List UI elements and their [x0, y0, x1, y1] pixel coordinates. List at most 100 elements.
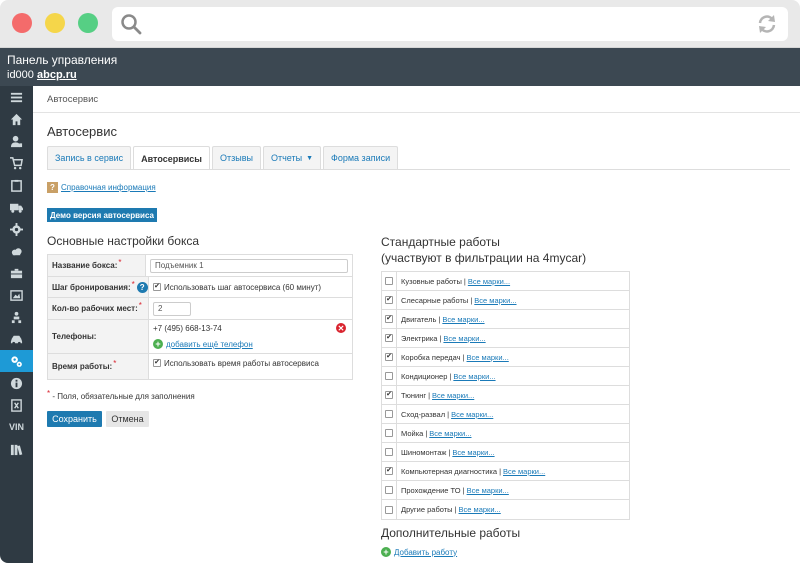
work-row: Кондиционер | Все марки... — [382, 366, 629, 386]
add-work: + Добавить работу — [381, 547, 457, 557]
work-checkbox[interactable]: ✔ — [385, 353, 393, 361]
info-icon[interactable] — [0, 372, 33, 394]
phones-label: Телефоны: — [48, 320, 149, 353]
booking-step-checkbox[interactable]: ✔ — [153, 283, 161, 291]
truck-icon[interactable] — [0, 196, 33, 218]
add-work-icon[interactable]: + — [381, 547, 391, 557]
site-link[interactable]: abcp.ru — [37, 69, 77, 81]
work-row: ✔ Электрика | Все марки... — [382, 328, 629, 348]
reload-icon[interactable] — [756, 13, 778, 35]
box-name-row: Название бокса: * Подъемник 1 — [48, 255, 352, 277]
page-title: Автосервис — [47, 124, 117, 139]
all-brands-link[interactable]: Все марки... — [452, 448, 494, 457]
cart-icon[interactable] — [0, 152, 33, 174]
all-brands-link[interactable]: Все марки... — [467, 486, 509, 495]
maximize-window-button[interactable] — [78, 13, 98, 33]
person-tree-icon[interactable] — [0, 306, 33, 328]
books-icon[interactable] — [0, 438, 33, 460]
work-checkbox[interactable] — [385, 410, 393, 418]
save-button[interactable]: Сохранить — [47, 411, 102, 427]
work-checkbox[interactable]: ✔ — [385, 467, 393, 475]
all-brands-link[interactable]: Все марки... — [467, 353, 509, 362]
work-checkbox[interactable] — [385, 372, 393, 380]
all-brands-link[interactable]: Все марки... — [453, 372, 495, 381]
help-icon[interactable]: ? — [136, 281, 148, 293]
work-checkbox[interactable] — [385, 429, 393, 437]
home-icon[interactable] — [0, 108, 33, 130]
work-row: ✔ Тюнинг | Все марки... — [382, 385, 629, 405]
demo-version-button[interactable]: Демо версия автосервиса — [47, 208, 157, 222]
toolbox-icon[interactable] — [0, 262, 33, 284]
clipboard-icon[interactable] — [0, 174, 33, 196]
autoservice-icon[interactable] — [0, 350, 33, 372]
workplaces-input[interactable]: 2 — [153, 301, 191, 316]
all-brands-link[interactable]: Все марки... — [429, 429, 471, 438]
work-label: Коробка передач | Все марки... — [397, 353, 509, 362]
tab-bar: Запись в сервис Автосервисы Отзывы Отчет… — [47, 146, 400, 170]
address-bar[interactable] — [112, 7, 788, 41]
work-label: Кузовные работы | Все марки... — [397, 277, 510, 286]
all-brands-link[interactable]: Все марки... — [442, 315, 484, 324]
reference-info-link[interactable]: Справочная информация — [61, 183, 156, 192]
work-checkbox[interactable] — [385, 448, 393, 456]
work-label: Тюнинг | Все марки... — [397, 391, 474, 400]
users-icon[interactable] — [0, 130, 33, 152]
work-checkbox[interactable]: ✔ — [385, 315, 393, 323]
all-brands-link[interactable]: Все марки... — [474, 296, 516, 305]
work-label: Сход-развал | Все марки... — [397, 410, 493, 419]
image-icon[interactable] — [0, 284, 33, 306]
work-time-label: Время работы: * — [48, 354, 149, 379]
work-name: Коробка передач — [401, 352, 461, 362]
tab-reviews[interactable]: Отзывы — [212, 146, 261, 169]
all-brands-link[interactable]: Все марки... — [443, 334, 485, 343]
work-checkbox[interactable]: ✔ — [385, 334, 393, 342]
work-row: Шиномонтаж | Все марки... — [382, 442, 629, 462]
work-checkbox[interactable] — [385, 486, 393, 494]
work-checkbox-cell — [382, 404, 397, 424]
separator: | — [428, 390, 431, 400]
help-book-icon: ? — [47, 182, 58, 193]
add-phone-link[interactable]: добавить ещё телефон — [166, 340, 253, 349]
sidebar: VIN — [0, 86, 33, 563]
tab-reports-label: Отчеты — [270, 153, 303, 163]
excel-icon[interactable] — [0, 394, 33, 416]
tab-reports[interactable]: Отчеты ▼ — [262, 146, 322, 169]
tab-booking-form[interactable]: Форма записи — [323, 146, 399, 169]
close-window-button[interactable] — [12, 13, 32, 33]
menu-icon[interactable] — [0, 86, 33, 108]
delete-phone-icon[interactable]: ✕ — [336, 323, 346, 333]
panel-title: Панель управления — [7, 53, 118, 67]
all-brands-link[interactable]: Все марки... — [432, 391, 474, 400]
all-brands-link[interactable]: Все марки... — [503, 467, 545, 476]
cancel-button[interactable]: Отмена — [106, 411, 149, 427]
add-phone-icon[interactable]: + — [153, 339, 163, 349]
tab-service-booking[interactable]: Запись в сервис — [47, 146, 132, 169]
work-row: Мойка | Все марки... — [382, 423, 629, 443]
standard-works-table: Кузовные работы | Все марки... ✔ Слесарные р… — [381, 271, 630, 520]
vin-link[interactable]: VIN — [0, 416, 33, 438]
all-brands-link[interactable]: Все марки... — [459, 505, 501, 514]
work-checkbox[interactable]: ✔ — [385, 391, 393, 399]
work-checkbox[interactable] — [385, 277, 393, 285]
minimize-window-button[interactable] — [45, 13, 65, 33]
work-checkbox[interactable]: ✔ — [385, 296, 393, 304]
work-row: ✔ Слесарные работы | Все марки... — [382, 290, 629, 310]
box-name-label: Название бокса: * — [48, 255, 146, 276]
account-info: id000 abcp.ru — [7, 69, 77, 81]
work-checkbox[interactable] — [385, 505, 393, 514]
add-work-link[interactable]: Добавить работу — [394, 548, 457, 557]
settings-heading: Основные настройки бокса — [47, 234, 200, 248]
work-label: Электрика | Все марки... — [397, 334, 486, 343]
all-brands-link[interactable]: Все марки... — [451, 410, 493, 419]
phone-value[interactable]: +7 (495) 668-13-74 — [153, 324, 222, 333]
breadcrumb-item[interactable]: Автосервис — [47, 94, 98, 105]
cloud-icon[interactable] — [0, 240, 33, 262]
work-label: Двигатель | Все марки... — [397, 315, 485, 324]
work-label: Кондиционер | Все марки... — [397, 372, 496, 381]
box-name-input[interactable]: Подъемник 1 — [150, 258, 348, 273]
gear-icon[interactable] — [0, 218, 33, 240]
tab-autoservices[interactable]: Автосервисы — [133, 146, 210, 170]
work-time-checkbox[interactable]: ✔ — [153, 359, 161, 367]
all-brands-link[interactable]: Все марки... — [468, 277, 510, 286]
car-icon[interactable] — [0, 328, 33, 350]
